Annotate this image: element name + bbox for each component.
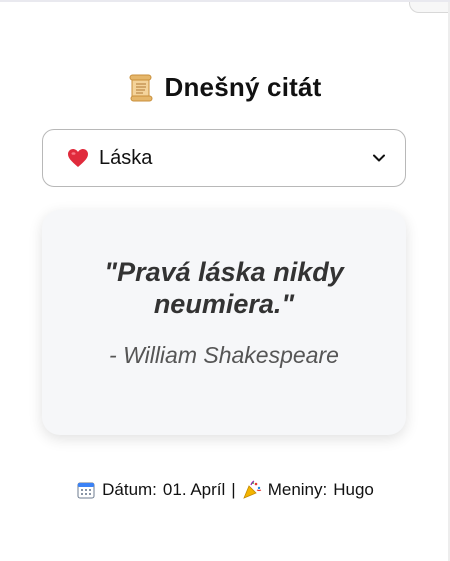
date-label: Dátum: xyxy=(102,480,157,499)
footer-info: Dátum: 01. Apríl | Meniny: Hugo xyxy=(0,480,450,500)
quote-text: "Pravá láska nikdy neumiera." xyxy=(104,257,344,319)
page-title: Dnešný citát xyxy=(164,72,322,102)
quote-card: "Pravá láska nikdy neumiera." - William … xyxy=(42,210,406,435)
date-value: 01. Apríl xyxy=(162,480,226,499)
calendar-icon xyxy=(76,480,96,500)
footer-separator: | xyxy=(231,480,236,499)
category-select[interactable]: Láska xyxy=(42,129,406,187)
window-edge xyxy=(409,2,450,13)
chevron-down-icon xyxy=(371,150,387,166)
heart-icon xyxy=(67,148,89,168)
scroll-icon xyxy=(128,74,154,102)
nameday-label: Meniny: xyxy=(267,480,328,499)
party-popper-icon xyxy=(242,480,262,500)
header: Dnešný citát xyxy=(0,72,450,103)
nameday-value: Hugo xyxy=(333,480,374,499)
quote-author: - William Shakespeare xyxy=(109,342,339,368)
category-select-value: Láska xyxy=(99,146,153,169)
app-window: Dnešný citát Láska "Pravá láska nikdy ne… xyxy=(0,0,450,561)
